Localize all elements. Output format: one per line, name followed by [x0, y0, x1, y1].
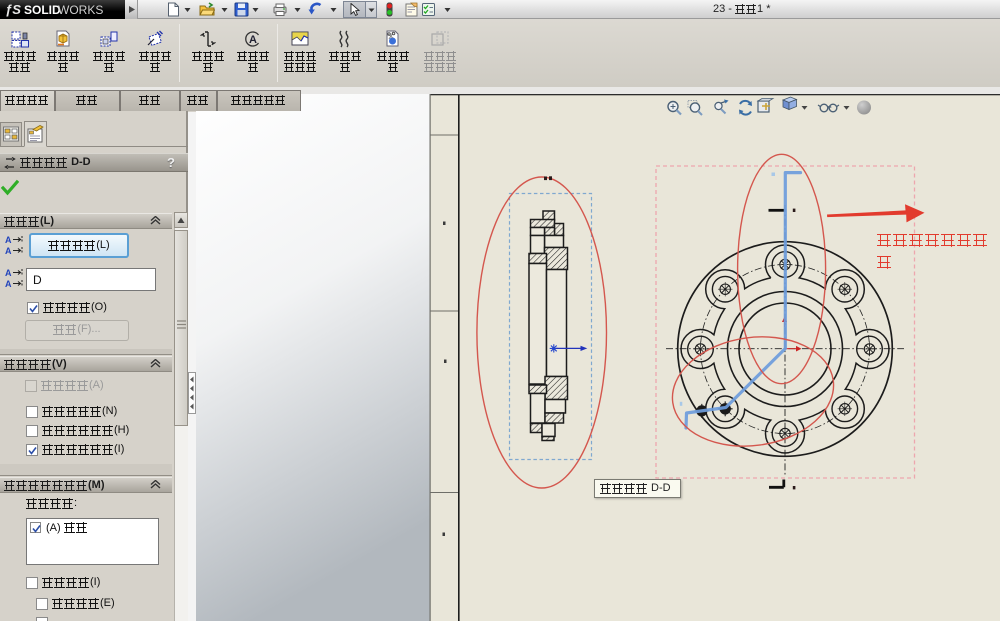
svg-text:WORKS: WORKS: [58, 3, 103, 17]
svg-text:A: A: [5, 279, 12, 289]
svg-text:A: A: [5, 235, 12, 245]
svg-text:ƒS: ƒS: [5, 2, 21, 17]
svg-text:A: A: [249, 34, 257, 46]
svg-text:A: A: [5, 246, 12, 256]
svg-text:A: A: [5, 268, 12, 278]
svg-text:SOLID: SOLID: [24, 3, 61, 17]
